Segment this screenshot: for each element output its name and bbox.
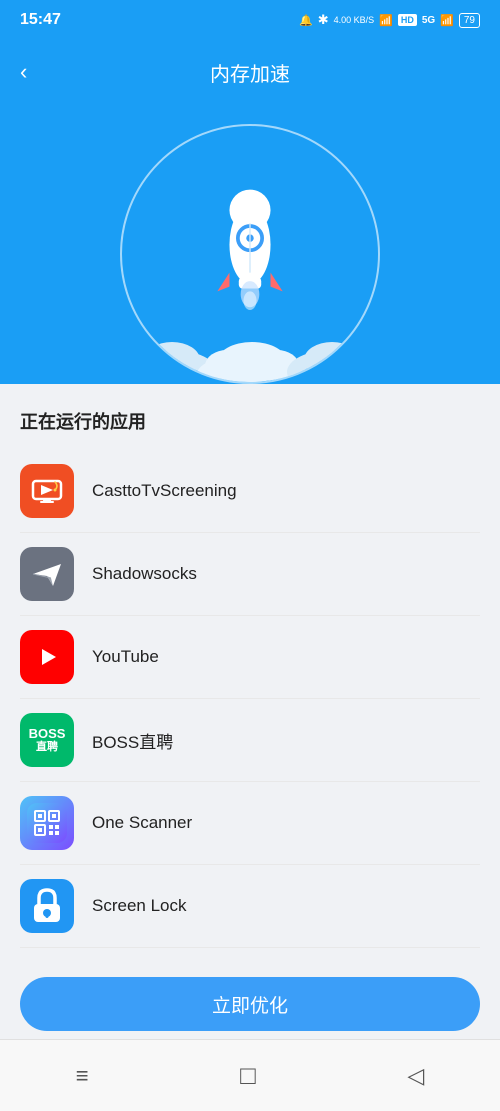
bell-icon: 🔔 [299, 14, 313, 27]
list-item[interactable]: Screen Lock [20, 865, 480, 948]
onescanner-icon [20, 796, 74, 850]
content-area: 正在运行的应用 CasttoTvScreening [0, 384, 500, 948]
circle-container [120, 124, 380, 384]
castto-icon [20, 464, 74, 518]
rocket-icon [205, 184, 295, 324]
menu-button[interactable]: ≡ [76, 1063, 89, 1089]
list-item[interactable]: BOSS 直聘 BOSS直聘 [20, 699, 480, 782]
app-name-boss: BOSS直聘 [92, 728, 173, 753]
status-time: 15:47 [20, 11, 61, 29]
optimize-button[interactable]: 立即优化 [20, 977, 480, 1031]
boss-icon: BOSS 直聘 [20, 713, 74, 767]
status-bar: 15:47 🔔 ✱ 4.00 KB/S 📶 HD 5G 📶 79 [0, 0, 500, 40]
app-name-castto: CasttoTvScreening [92, 481, 237, 501]
list-item[interactable]: One Scanner [20, 782, 480, 865]
signal-icon: 📶 [440, 14, 454, 27]
app-name-onescanner: One Scanner [92, 813, 192, 833]
list-item[interactable]: YouTube [20, 616, 480, 699]
back-nav-button[interactable]: ◁ [407, 1063, 424, 1089]
home-button[interactable]: □ [240, 1060, 256, 1091]
app-name-screenlock: Screen Lock [92, 896, 187, 916]
app-list: CasttoTvScreening Shadowsocks [20, 450, 480, 948]
screenlock-icon [20, 879, 74, 933]
page-title: 内存加速 [210, 58, 290, 87]
cloud-puffs [122, 322, 378, 382]
bluetooth-icon: ✱ [318, 12, 329, 28]
section-title: 正在运行的应用 [20, 408, 480, 434]
shadowsocks-icon [20, 547, 74, 601]
hd-badge: HD [398, 14, 417, 26]
app-name-shadowsocks: Shadowsocks [92, 564, 197, 584]
5g-badge: 5G [422, 15, 435, 26]
app-header: ‹ 内存加速 [0, 40, 500, 94]
hero-section [0, 94, 500, 384]
battery-icon: 79 [459, 13, 480, 28]
list-item[interactable]: Shadowsocks [20, 533, 480, 616]
network-speed: 4.00 KB/S [334, 15, 375, 26]
app-name-youtube: YouTube [92, 647, 159, 667]
wifi-icon: 📶 [379, 14, 393, 27]
back-button[interactable]: ‹ [20, 59, 27, 85]
status-icons: 🔔 ✱ 4.00 KB/S 📶 HD 5G 📶 79 [299, 12, 480, 28]
youtube-icon [20, 630, 74, 684]
list-item[interactable]: CasttoTvScreening [20, 450, 480, 533]
bottom-nav: ≡ □ ◁ [0, 1039, 500, 1111]
